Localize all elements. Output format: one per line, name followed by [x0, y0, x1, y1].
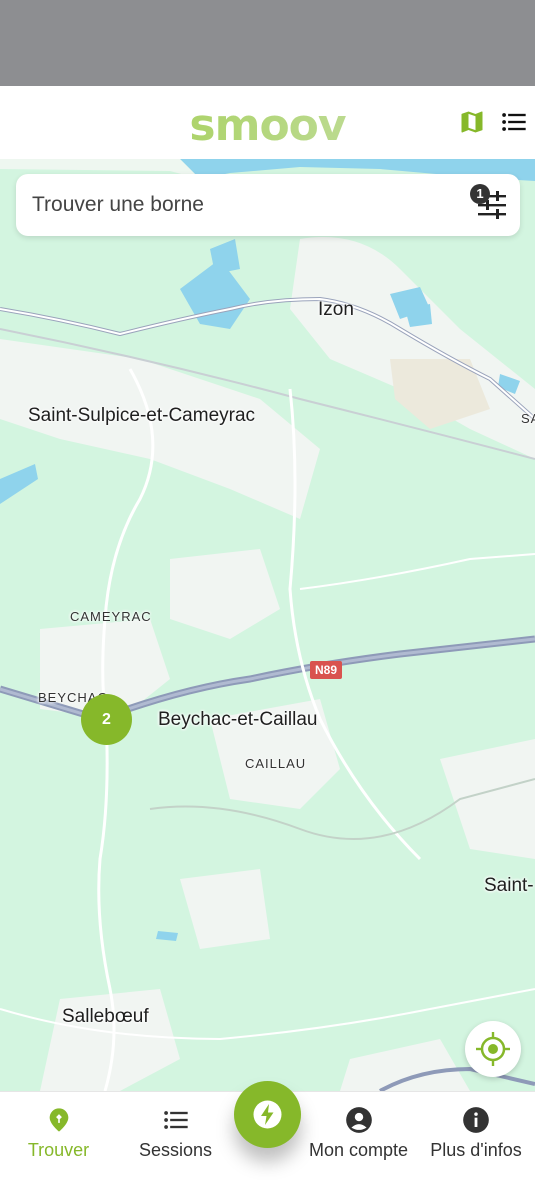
nav-item-plus-infos[interactable]: Plus d'infos: [417, 1092, 535, 1200]
nav-label: Mon compte: [308, 1140, 409, 1160]
place-label: CAILLAU: [245, 756, 307, 771]
nav-label: Trouver: [27, 1140, 90, 1160]
charge-session-button[interactable]: [234, 1081, 301, 1148]
place-label: Saint-: [484, 875, 534, 896]
list-icon: [502, 113, 526, 131]
smoov-logo: smoov: [0, 100, 535, 151]
map-view-button[interactable]: [458, 108, 486, 136]
nav-item-sessions[interactable]: Sessions: [117, 1092, 234, 1200]
nav-label: Plus d'infos: [430, 1140, 522, 1160]
plug-pin-icon: [49, 1108, 68, 1132]
lightning-icon: [253, 1100, 282, 1129]
locate-me-button[interactable]: [465, 1021, 521, 1077]
search-bar: 1: [16, 174, 520, 236]
nav-item-mon-compte[interactable]: Mon compte: [300, 1092, 417, 1200]
nav-label: Sessions: [138, 1140, 213, 1160]
filter-button[interactable]: 1: [468, 182, 512, 228]
place-label: Sallebœuf: [62, 1006, 149, 1027]
place-label: SA: [521, 411, 535, 426]
status-bar: [0, 0, 535, 86]
station-cluster-marker[interactable]: 2: [81, 694, 132, 745]
account-icon: [345, 1107, 372, 1133]
list-icon: [163, 1111, 188, 1129]
place-label: CAMEYRAC: [70, 609, 152, 624]
search-input[interactable]: [32, 174, 432, 236]
list-view-button[interactable]: [500, 108, 528, 136]
filter-count-badge: 1: [470, 184, 490, 204]
crosshair-icon: [476, 1032, 510, 1066]
place-label: Saint-Sulpice-et-Cameyrac: [28, 405, 256, 426]
place-label: Beychac-et-Caillau: [158, 709, 318, 730]
map-icon: [461, 111, 483, 133]
road-shield: N89: [310, 661, 342, 679]
place-label: Izon: [318, 299, 354, 320]
nav-item-trouver[interactable]: Trouver: [0, 1092, 117, 1200]
app-header: smoov: [0, 86, 535, 159]
info-icon: [463, 1107, 489, 1133]
map-base-layer: [0, 159, 535, 1091]
map-canvas[interactable]: Izon Saint-Sulpice-et-Cameyrac CAMEYRAC …: [0, 159, 535, 1091]
